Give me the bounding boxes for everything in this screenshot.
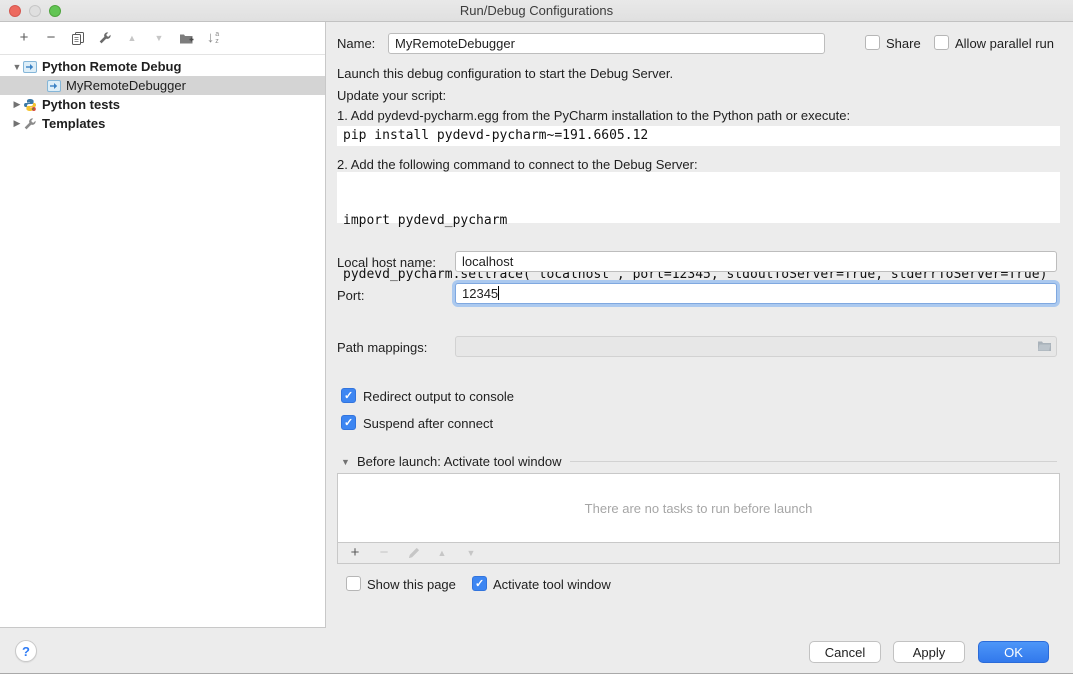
port-input[interactable]: 12345 [455,283,1057,304]
path-mappings-label: Path mappings: [337,340,427,355]
suspend-after-connect-label[interactable]: Suspend after connect [363,416,493,431]
copy-configuration-icon[interactable] [70,30,86,46]
run-config-icon [22,60,38,74]
ok-button[interactable]: OK [978,641,1049,663]
before-launch-title: Before launch: Activate tool window [357,454,562,469]
text-caret [498,286,499,300]
move-task-down-icon[interactable]: ▼ [463,545,479,561]
sort-alphabetically-icon[interactable]: ↓ az [205,30,221,46]
tree-item-python-remote-debug[interactable]: ▼ Python Remote Debug [0,57,325,76]
allow-parallel-run-checkbox[interactable] [934,35,949,50]
tree-item-myremotedebugger[interactable]: MyRemoteDebugger [0,76,325,95]
activate-tool-window-label[interactable]: Activate tool window [493,577,611,592]
tree-item-templates[interactable]: ▶ Templates [0,114,325,133]
path-mappings-input[interactable] [455,336,1057,357]
port-value: 12345 [462,286,498,301]
show-this-page-label[interactable]: Show this page [367,577,456,592]
move-down-icon[interactable]: ▼ [151,30,167,46]
sidebar-toolbar: + − ▲ ▼ ↓ az [0,22,325,55]
divider [570,461,1057,462]
name-label: Name: [337,36,375,51]
help-button[interactable]: ? [15,640,37,662]
local-host-name-label: Local host name: [337,255,436,270]
cancel-button[interactable]: Cancel [809,641,881,663]
tree-item-label: MyRemoteDebugger [66,78,186,93]
configurations-sidebar: + − ▲ ▼ ↓ az ▼ Python Remote Debug [0,22,326,628]
local-host-name-input[interactable]: localhost [455,251,1057,272]
tasks-empty-text: There are no tasks to run before launch [338,474,1059,542]
remove-configuration-icon[interactable]: − [43,30,59,46]
description-line-2: Update your script: [337,88,446,103]
collapse-arrow-icon[interactable]: ▼ [341,457,357,467]
tree-item-label: Python Remote Debug [42,59,181,74]
tree-item-python-tests[interactable]: ▶ Python tests [0,95,325,114]
tree-item-label: Templates [42,116,105,131]
tree-item-label: Python tests [42,97,120,112]
settrace-code-block: import pydevd_pycharm pydevd_pycharm.set… [337,172,1060,223]
port-label: Port: [337,288,364,303]
move-up-icon[interactable]: ▲ [124,30,140,46]
code-line-1: import pydevd_pycharm [343,212,1054,230]
python-icon [22,98,38,112]
before-launch-header[interactable]: ▼ Before launch: Activate tool window [341,454,1057,469]
window-title: Run/Debug Configurations [0,3,1073,18]
before-launch-tasks-panel: There are no tasks to run before launch … [337,473,1060,564]
add-task-icon[interactable]: + [347,545,363,561]
activate-tool-window-checkbox[interactable] [472,576,487,591]
pip-install-command: pip install pydevd-pycharm~=191.6605.12 [337,126,1060,146]
edit-defaults-wrench-icon[interactable] [97,30,113,46]
share-checkbox[interactable] [865,35,880,50]
description-line-1: Launch this debug configuration to start… [337,66,673,81]
remove-task-icon[interactable]: − [376,545,392,561]
title-bar: Run/Debug Configurations [0,0,1073,22]
show-this-page-checkbox[interactable] [346,576,361,591]
templates-wrench-icon [22,117,38,131]
expand-arrow-icon[interactable]: ▶ [12,118,22,129]
tasks-toolbar: + − ▲ ▼ [338,542,1059,563]
redirect-output-checkbox[interactable] [341,388,356,403]
allow-parallel-run-label[interactable]: Allow parallel run [955,36,1054,51]
expand-arrow-icon[interactable]: ▶ [12,99,22,110]
edit-task-pencil-icon[interactable] [405,545,421,561]
name-input[interactable]: MyRemoteDebugger [388,33,825,54]
sort-arrow-glyph: ↓ [207,30,215,46]
collapse-arrow-icon[interactable]: ▼ [12,62,22,72]
step-1-text: 1. Add pydevd-pycharm.egg from the PyCha… [337,108,850,123]
apply-button[interactable]: Apply [893,641,965,663]
browse-folder-icon[interactable] [1037,340,1052,355]
share-checkbox-label[interactable]: Share [886,36,921,51]
step-2-text: 2. Add the following command to connect … [337,157,698,172]
move-task-up-icon[interactable]: ▲ [434,545,450,561]
suspend-after-connect-checkbox[interactable] [341,415,356,430]
add-configuration-icon[interactable]: + [16,30,32,46]
configurations-tree: ▼ Python Remote Debug MyRemoteDebugger ▶… [0,55,325,133]
run-config-icon [46,79,62,93]
new-folder-icon[interactable] [178,30,194,46]
configuration-editor: Name: MyRemoteDebugger Share Allow paral… [326,22,1073,628]
redirect-output-label[interactable]: Redirect output to console [363,389,514,404]
